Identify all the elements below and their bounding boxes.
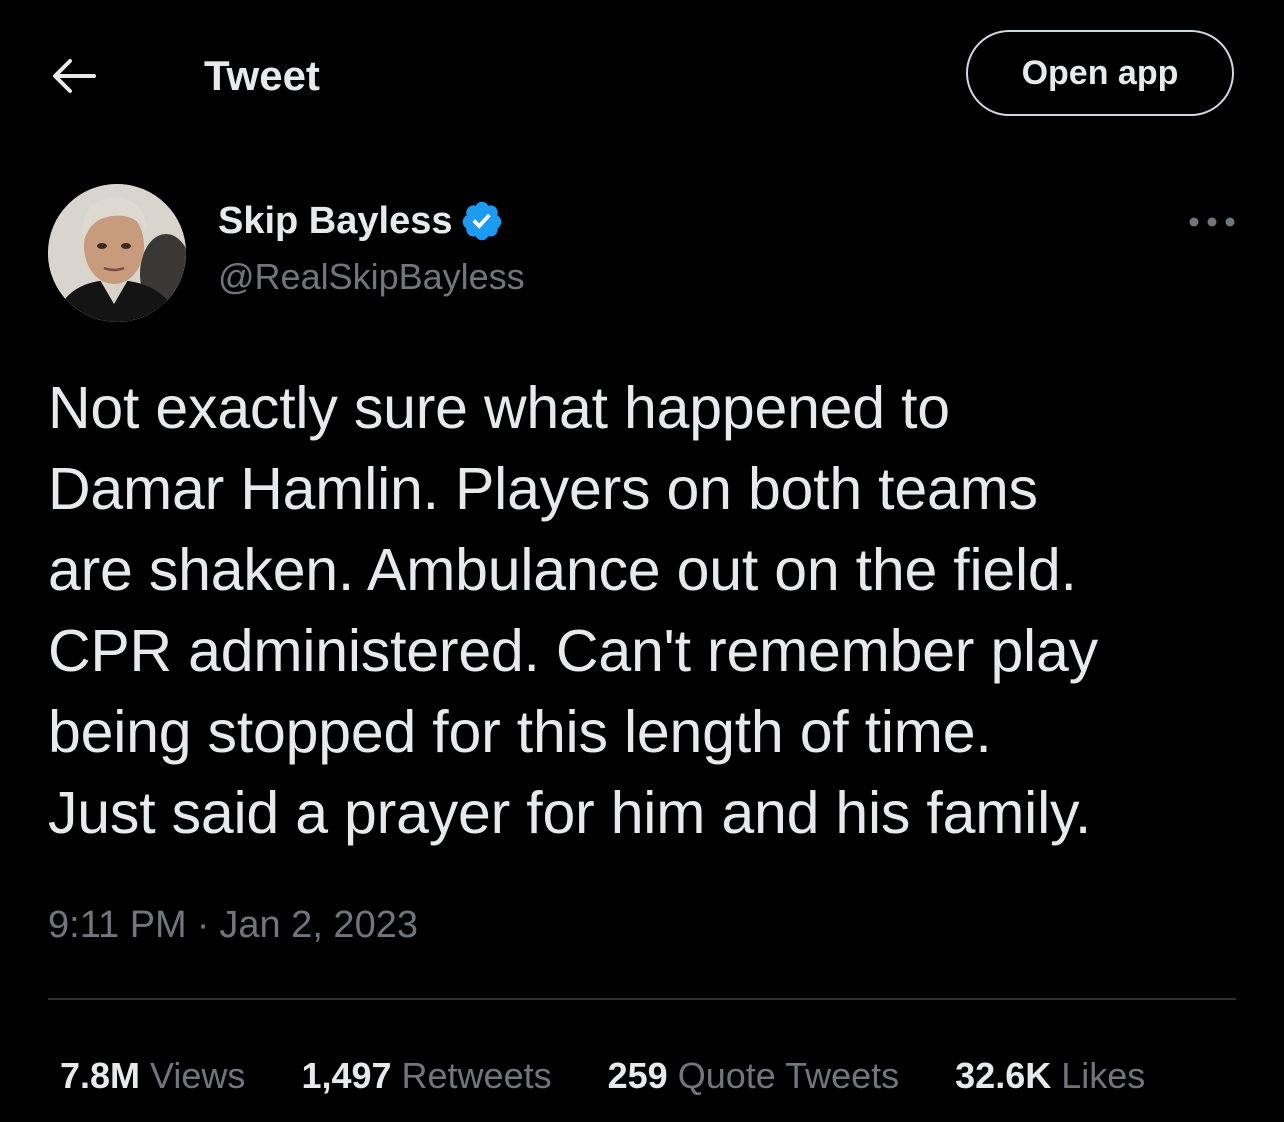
tweet-text: Not exactly sure what happened to Damar … [48, 375, 1098, 846]
top-bar: Tweet Open app [0, 0, 1284, 150]
tweet-time: 9:11 PM [48, 904, 187, 946]
author-handle[interactable]: @RealSkipBayless [218, 254, 525, 300]
stat-value: 1,497 [301, 1055, 392, 1096]
stat-retweets[interactable]: 1,497 Retweets [301, 1052, 551, 1100]
author-name: Skip Bayless [218, 200, 453, 242]
divider [48, 998, 1236, 1000]
avatar[interactable] [48, 184, 186, 322]
stat-label: Quote Tweets [677, 1055, 900, 1096]
stat-value: 32.6K [955, 1055, 1052, 1096]
more-options-button[interactable] [1184, 202, 1240, 242]
stat-label: Likes [1061, 1055, 1146, 1096]
verified-badge-icon [463, 201, 502, 241]
author-name-row[interactable]: Skip Bayless [218, 196, 504, 246]
avatar-photo [48, 184, 186, 322]
tweet-date: Jan 2, 2023 [219, 904, 418, 946]
stat-label: Views [150, 1055, 246, 1096]
back-arrow-icon [53, 59, 96, 93]
stat-value: 259 [607, 1055, 668, 1096]
stat-likes[interactable]: 32.6K Likes [955, 1052, 1145, 1100]
timestamp-separator: · [196, 904, 210, 946]
tweet-timestamp[interactable]: 9:11 PM · Jan 2, 2023 [48, 900, 418, 950]
open-app-button[interactable]: Open app [966, 30, 1234, 116]
more-options-icon [1189, 217, 1235, 227]
engagement-stats: 7.8M Views 1,497 Retweets 259 Quote Tweets … [60, 1052, 1145, 1100]
stat-quote-tweets[interactable]: 259 Quote Tweets [608, 1052, 900, 1100]
stat-label: Retweets [401, 1055, 552, 1096]
page-title: Tweet [204, 52, 320, 99]
stat-views[interactable]: 7.8M Views [60, 1052, 245, 1100]
back-button[interactable] [46, 48, 102, 104]
stat-value: 7.8M [60, 1055, 141, 1096]
